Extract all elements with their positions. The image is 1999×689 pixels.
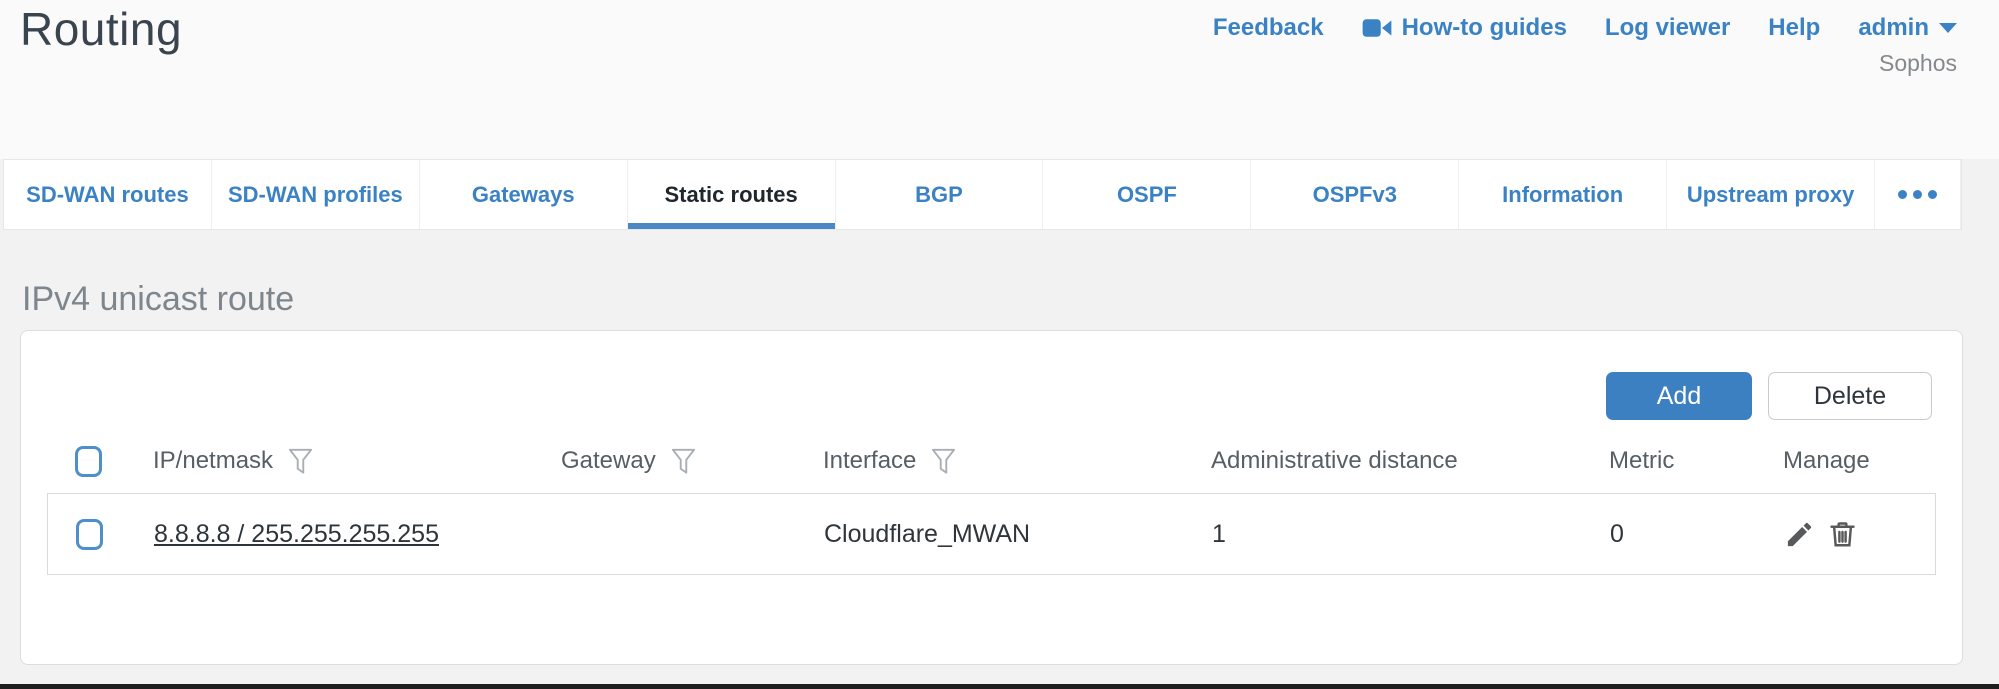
caret-down-icon <box>1939 23 1957 34</box>
video-camera-icon <box>1362 15 1392 41</box>
table-row: 8.8.8.8 / 255.255.255.255 Cloudflare_MWA… <box>48 494 1935 574</box>
route-manage-cell <box>1784 519 1935 550</box>
filter-icon[interactable] <box>670 447 697 476</box>
column-header-gateway: Gateway <box>561 447 656 475</box>
section-heading: IPv4 unicast route <box>22 280 294 319</box>
column-header-interface: Interface <box>823 447 916 475</box>
column-header-metric: Metric <box>1609 447 1674 475</box>
feedback-label: Feedback <box>1213 14 1324 42</box>
help-label: Help <box>1768 14 1820 42</box>
user-menu[interactable]: admin <box>1858 14 1957 42</box>
tab-label: OSPF <box>1117 182 1177 208</box>
header-nav: Feedback How-to guides Log viewer Help a… <box>1213 14 1957 42</box>
tabs-overflow-button[interactable] <box>1875 160 1961 229</box>
log-viewer-link[interactable]: Log viewer <box>1605 14 1730 42</box>
column-header-ip-netmask: IP/netmask <box>153 447 273 475</box>
tab-label: SD-WAN profiles <box>228 182 403 208</box>
tab-label: Static routes <box>664 182 797 208</box>
howto-guides-link[interactable]: How-to guides <box>1362 14 1567 42</box>
route-ip-netmask-link[interactable]: 8.8.8.8 / 255.255.255.255 <box>154 520 439 548</box>
active-tab-underline <box>628 223 835 229</box>
route-administrative-distance-cell: 1 <box>1212 520 1610 549</box>
window-bottom-edge <box>0 684 1999 689</box>
add-button[interactable]: Add <box>1606 372 1752 420</box>
tab-label: SD-WAN routes <box>26 182 189 208</box>
delete-trash-icon[interactable] <box>1827 519 1858 550</box>
filter-icon[interactable] <box>930 447 957 476</box>
tab-bgp[interactable]: BGP <box>836 160 1044 229</box>
table-body: 8.8.8.8 / 255.255.255.255 Cloudflare_MWA… <box>47 493 1936 575</box>
edit-pencil-icon[interactable] <box>1784 519 1815 550</box>
table-header: IP/netmask Gateway Interface <box>47 431 1936 491</box>
tab-label: BGP <box>915 182 963 208</box>
select-all-checkbox[interactable] <box>75 446 102 477</box>
routes-card: Add Delete IP/netmask Gateway <box>20 330 1963 665</box>
column-header-manage: Manage <box>1783 447 1870 475</box>
tab-label: OSPFv3 <box>1313 182 1397 208</box>
column-header-administrative-distance: Administrative distance <box>1211 447 1458 475</box>
row-checkbox[interactable] <box>76 519 103 550</box>
feedback-link[interactable]: Feedback <box>1213 14 1324 42</box>
help-link[interactable]: Help <box>1768 14 1820 42</box>
delete-button[interactable]: Delete <box>1768 372 1932 420</box>
tab-bar: SD-WAN routes SD-WAN profiles Gateways S… <box>3 159 1962 230</box>
tab-ospf[interactable]: OSPF <box>1043 160 1251 229</box>
page-title: Routing <box>20 2 182 56</box>
tab-gateways[interactable]: Gateways <box>420 160 628 229</box>
tab-upstream-proxy[interactable]: Upstream proxy <box>1667 160 1875 229</box>
howto-guides-label: How-to guides <box>1402 14 1567 42</box>
brand-label: Sophos <box>1879 50 1957 77</box>
tab-label: Gateways <box>472 182 575 208</box>
log-viewer-label: Log viewer <box>1605 14 1730 42</box>
tab-information[interactable]: Information <box>1459 160 1667 229</box>
tab-ospfv3[interactable]: OSPFv3 <box>1251 160 1459 229</box>
tab-sdwan-routes[interactable]: SD-WAN routes <box>4 160 212 229</box>
tab-static-routes[interactable]: Static routes <box>628 160 836 229</box>
tab-label: Information <box>1502 182 1623 208</box>
filter-icon[interactable] <box>287 447 314 476</box>
routing-page: Routing Feedback How-to guides Log viewe… <box>0 0 1999 689</box>
ellipsis-icon <box>1898 190 1937 199</box>
tab-sdwan-profiles[interactable]: SD-WAN profiles <box>212 160 420 229</box>
tab-label: Upstream proxy <box>1687 182 1855 208</box>
user-menu-label: admin <box>1858 14 1929 42</box>
route-metric-cell: 0 <box>1610 520 1784 549</box>
route-interface-cell: Cloudflare_MWAN <box>824 520 1212 549</box>
